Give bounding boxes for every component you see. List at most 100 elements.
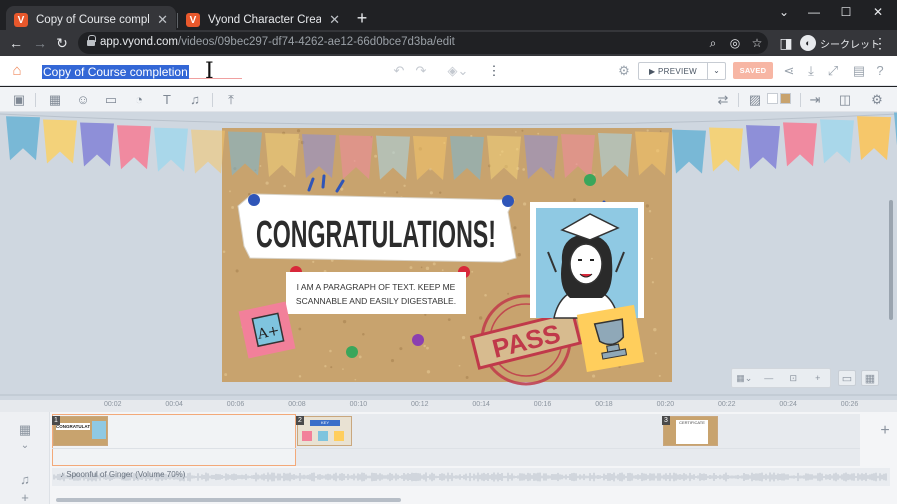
expand-track-icon[interactable]: ⌄ xyxy=(17,438,33,454)
scene-sub-track xyxy=(52,448,860,465)
url-host: app.vyond.com xyxy=(100,36,178,48)
forward-icon[interactable]: → xyxy=(30,33,50,53)
audio-track-icon[interactable]: ♫ xyxy=(17,472,33,488)
share-icon[interactable]: ⋖ xyxy=(780,62,798,80)
new-tab-button[interactable]: + xyxy=(352,8,372,28)
cork-dot xyxy=(283,184,286,188)
audio-icon[interactable]: ♫ xyxy=(186,91,204,109)
add-scene-icon[interactable]: + xyxy=(876,422,894,440)
saved-status-button[interactable]: SAVED xyxy=(733,62,773,79)
camera-icon[interactable]: ◫ xyxy=(836,91,854,109)
video-title-text[interactable]: Copy of Course completion xyxy=(42,65,189,79)
timeline-horizontal-scrollbar[interactable] xyxy=(56,498,401,502)
redo-icon[interactable]: ↷ xyxy=(412,62,430,80)
settings-icon[interactable]: ⚙ xyxy=(868,91,886,109)
scene-canvas[interactable]: CONGRATULATIONS! I AM A PARAGRAPH OF TEX… xyxy=(0,112,897,400)
cork-dot xyxy=(654,352,657,355)
add-track-icon[interactable]: + xyxy=(17,490,33,504)
cork-dot xyxy=(658,374,661,377)
cork-dot xyxy=(383,191,386,194)
scenes-icon[interactable]: ▣ xyxy=(10,91,28,109)
settings-gear-icon[interactable]: ⚙ xyxy=(615,62,633,80)
cork-dot xyxy=(573,198,576,202)
toolbar-divider xyxy=(800,93,801,107)
color-swatch-white[interactable] xyxy=(767,93,778,104)
cork-dot xyxy=(298,327,302,331)
pushpin-purple xyxy=(412,334,424,346)
more-options-icon[interactable]: ⋮ xyxy=(485,62,503,80)
help-icon[interactable]: ? xyxy=(871,62,889,80)
reload-icon[interactable]: ↻ xyxy=(52,33,72,53)
cork-dot xyxy=(537,132,540,135)
tab-search-icon[interactable]: ⌄ xyxy=(770,2,798,22)
expand-icon[interactable]: ⤢ xyxy=(824,62,842,80)
stage-vertical-scrollbar[interactable] xyxy=(889,200,893,320)
close-window-icon[interactable]: ✕ xyxy=(864,2,892,22)
cork-dot xyxy=(231,206,235,209)
ruler-tick-label: 00:04 xyxy=(165,401,183,408)
scene-thumbnail-2[interactable]: KEY CONCEPTS xyxy=(297,416,352,446)
vyond-favicon-icon: V xyxy=(186,13,200,27)
grade-sticky-note[interactable]: A+ xyxy=(238,301,296,359)
incognito-profile-button[interactable]: ◐ シークレット xyxy=(800,34,880,52)
thumb-block xyxy=(318,431,328,441)
bunting-flag xyxy=(857,116,891,161)
zoom-in-icon[interactable]: + xyxy=(806,373,831,383)
incognito-icon: ◐ xyxy=(800,35,816,51)
image-icon[interactable]: ▨ xyxy=(746,91,764,109)
minimize-icon[interactable]: — xyxy=(800,2,828,22)
props-icon[interactable]: ▦ xyxy=(46,91,64,109)
scene-track-icon[interactable]: ▦ xyxy=(17,422,33,438)
cork-dot xyxy=(441,269,444,272)
text-icon[interactable]: T xyxy=(158,91,176,109)
chrome-menu-icon[interactable]: ⋮ xyxy=(870,33,890,53)
preview-button[interactable]: ▶ PREVIEW ⌄ xyxy=(638,62,726,80)
color-swatch-tan[interactable] xyxy=(780,93,791,104)
trophy-sticky-note[interactable] xyxy=(576,304,644,373)
tab-close-icon[interactable]: ✕ xyxy=(329,12,340,28)
canvas-stage[interactable]: CONGRATULATIONS! I AM A PARAGRAPH OF TEX… xyxy=(0,112,897,400)
paragraph-line-2[interactable]: SCANNABLE AND EASILY DIGESTABLE. xyxy=(296,296,456,306)
cork-dot xyxy=(298,375,302,378)
charts-icon[interactable]: ◔ xyxy=(130,91,148,109)
paragraph-line-1[interactable]: I AM A PARAGRAPH OF TEXT. KEEP ME xyxy=(297,282,456,292)
vyond-favicon-icon: V xyxy=(14,13,28,27)
address-bar[interactable]: app.vyond.com/videos/09bec297-df74-4262-… xyxy=(78,32,768,54)
back-icon[interactable]: ← xyxy=(6,33,26,53)
fit-screen-icon[interactable]: ⊡ xyxy=(781,373,806,384)
download-icon[interactable]: ⤓ xyxy=(802,62,820,80)
upload-icon[interactable]: ⤒ xyxy=(222,91,240,109)
cork-dot xyxy=(395,191,399,194)
side-panel-icon[interactable]: ◨ xyxy=(776,33,796,53)
scene-thumbnail-1[interactable]: CONGRATULATIONS! xyxy=(53,416,108,446)
cork-dot xyxy=(429,191,433,195)
scene-thumbnail-3[interactable]: CERTIFICATE xyxy=(663,416,718,446)
objects-icon[interactable]: ▭ xyxy=(102,91,120,109)
tracking-off-icon[interactable]: ◎ xyxy=(726,34,744,52)
zoom-icon[interactable]: ⌕ xyxy=(704,34,722,52)
grid-icon[interactable]: ▦⌄ xyxy=(732,373,757,384)
timeline-ruler[interactable]: 00:02 00:04 00:06 00:08 00:10 00:12 00:14 00:16… xyxy=(0,400,897,412)
cork-dot xyxy=(425,266,430,271)
cork-dot xyxy=(342,368,344,370)
bookmark-star-icon[interactable]: ☆ xyxy=(748,34,766,52)
maximize-icon[interactable]: ☐ xyxy=(832,2,860,22)
cork-dot xyxy=(362,332,365,336)
characters-icon[interactable]: ☺ xyxy=(74,91,92,109)
paragraph-card[interactable] xyxy=(286,272,466,314)
layers-dropdown-icon[interactable]: ◈⌄ xyxy=(444,62,472,80)
enter-icon[interactable]: ⇥ xyxy=(806,91,824,109)
undo-icon[interactable]: ↶ xyxy=(390,62,408,80)
zoom-out-icon[interactable]: — xyxy=(757,373,782,383)
preview-dropdown-icon[interactable]: ⌄ xyxy=(707,63,725,79)
scene-number: 2 xyxy=(296,416,304,425)
swap-icon[interactable]: ⇄ xyxy=(714,91,732,109)
safe-frame-icon[interactable]: ▭ xyxy=(838,370,856,386)
headline-text[interactable]: CONGRATULATIONS! xyxy=(256,214,496,256)
layout-grid-icon[interactable]: ▦ xyxy=(861,370,879,386)
notes-icon[interactable]: ▤ xyxy=(850,62,868,80)
cork-dot xyxy=(340,187,344,191)
audio-clip[interactable]: ♪ Spoonful of Ginger (Volume 70%) xyxy=(52,468,890,486)
tab-close-icon[interactable]: ✕ xyxy=(157,12,168,28)
home-icon[interactable]: ⌂ xyxy=(8,62,26,80)
